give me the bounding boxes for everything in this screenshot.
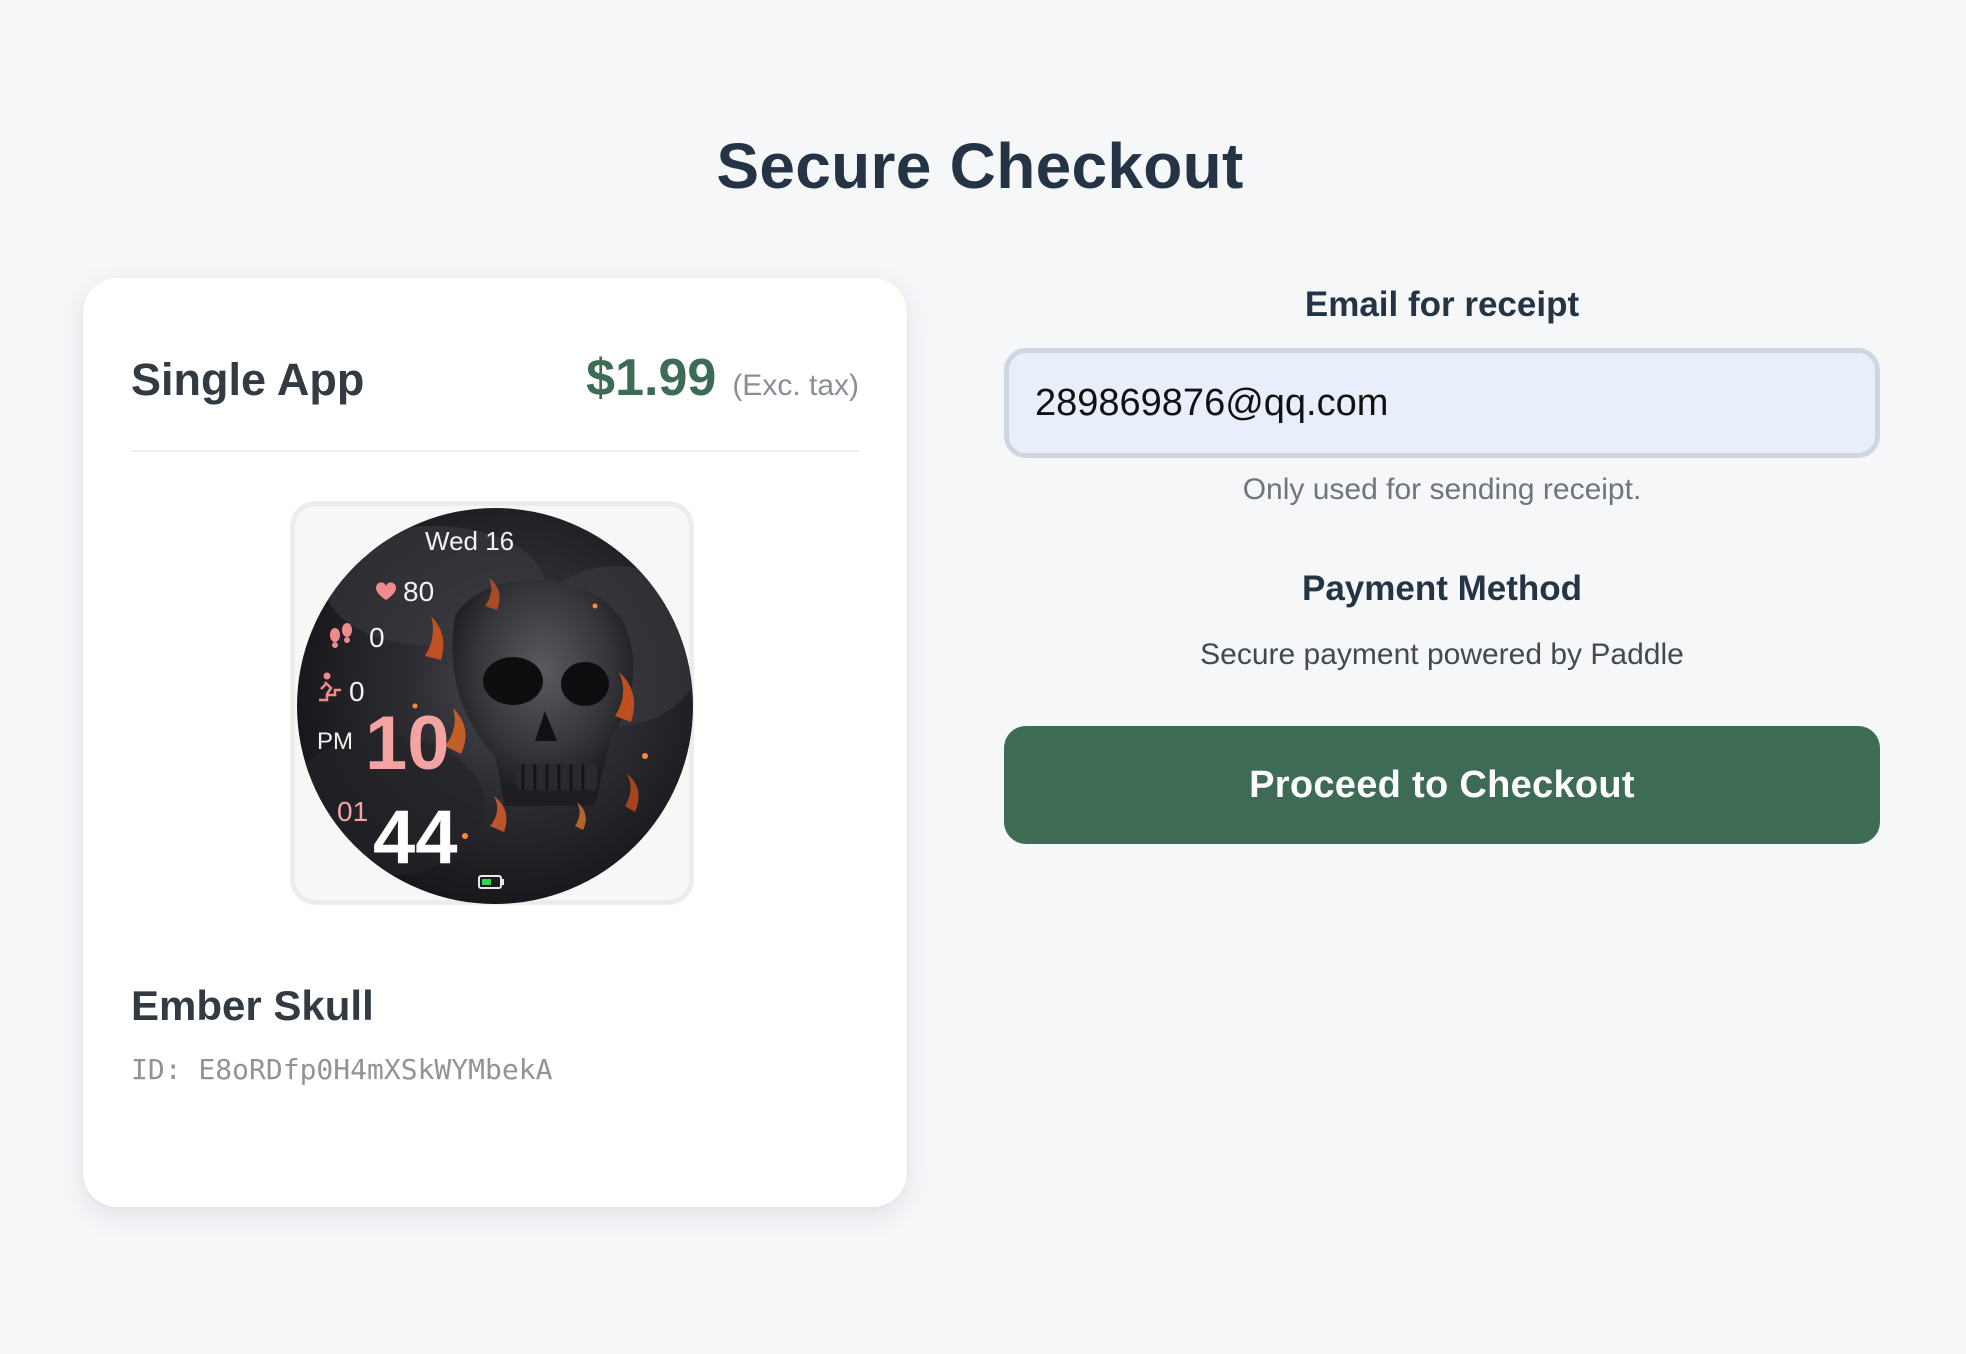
watch-floors: 0 [349, 676, 365, 707]
email-label: Email for receipt [1304, 285, 1580, 324]
product-card: Single App $1.99 (Exc. tax) Wed 16 80 0 … [83, 278, 907, 1207]
watch-date: Wed 16 [425, 526, 515, 556]
payment-method-heading: Payment Method [1301, 569, 1583, 608]
price-block: $1.99 (Exc. tax) [586, 348, 859, 416]
watch-steps: 0 [369, 622, 385, 653]
product-id: ID: E8oRDfp0H4mXSkWYMbekA [131, 1053, 553, 1086]
card-divider [131, 450, 859, 452]
page-title: Secure Checkout [716, 130, 1244, 202]
watch-face-preview: Wed 16 80 0 0 PM 10 01 44 [290, 501, 694, 905]
proceed-to-checkout-button[interactable]: Proceed to Checkout [1004, 726, 1880, 844]
tax-note: (Exc. tax) [732, 369, 859, 402]
email-help-text: Only used for sending receipt. [1242, 473, 1642, 506]
product-name: Ember Skull [131, 982, 374, 1029]
watch-minute: 44 [373, 795, 458, 880]
watch-ampm: PM [317, 728, 353, 755]
payment-provider-note: Secure payment powered by Paddle [1200, 638, 1684, 671]
email-field[interactable] [1004, 348, 1880, 458]
watch-hour: 10 [365, 701, 450, 786]
watch-heart-rate: 80 [403, 576, 435, 607]
watch-face: Wed 16 80 0 0 PM 10 01 44 [297, 508, 697, 908]
price: $1.99 [586, 349, 717, 407]
watch-seconds: 01 [337, 796, 369, 827]
plan-name: Single App [131, 354, 365, 405]
